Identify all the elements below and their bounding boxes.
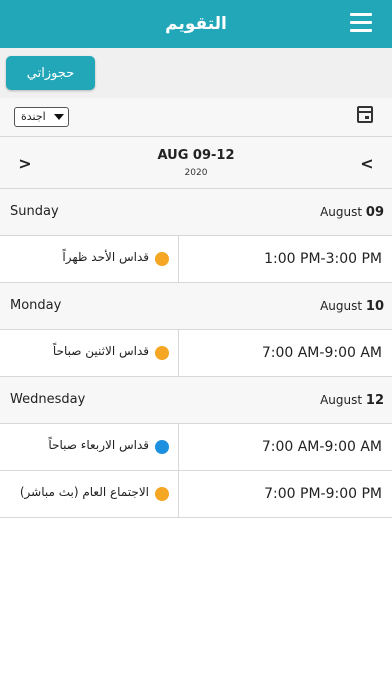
date-range-label: AUG 09-12 [157,148,235,163]
subbar: حجوزاتي [0,48,392,98]
view-toolbar: اجندة [0,98,392,137]
day-header: Wednesday August 12 [0,377,392,424]
divider [178,424,179,470]
calendar-icon[interactable] [357,106,373,123]
event-color-dot [155,440,169,454]
agenda-list: Sunday August 09 قداس الأحد ظهراً 1:00 P… [0,189,392,518]
day-date: August 10 [320,299,384,314]
view-select[interactable]: اجندة [14,107,69,127]
date-range-year: 2020 [184,168,208,178]
date-navigator: > AUG 09-12 2020 < [0,137,392,189]
event-time: 7:00 PM-9:00 PM [264,486,382,502]
divider [178,471,179,517]
event-row[interactable]: قداس الاثنين صباحاً 7:00 AM-9:00 AM [0,330,392,377]
event-time: 7:00 AM-9:00 AM [261,345,382,361]
event-time: 7:00 AM-9:00 AM [261,439,382,455]
event-title: قداس الأحد ظهراً [62,250,149,264]
my-bookings-button[interactable]: حجوزاتي [6,56,95,90]
divider [178,330,179,376]
day-name: Monday [10,298,62,313]
day-header: Sunday August 09 [0,189,392,236]
event-row[interactable]: قداس الاربعاء صباحاً 7:00 AM-9:00 AM [0,424,392,471]
page-title: التقويم [165,14,227,34]
caret-down-icon [54,114,64,120]
event-time: 1:00 PM-3:00 PM [264,251,382,267]
event-title: قداس الاربعاء صباحاً [48,438,149,452]
event-color-dot [155,252,169,266]
day-date: August 09 [320,205,384,220]
divider [178,236,179,282]
day-header: Monday August 10 [0,283,392,330]
event-row[interactable]: الاجتماع العام (بث مباشر) 7:00 PM-9:00 P… [0,471,392,518]
hamburger-menu-icon[interactable] [350,13,372,33]
day-date: August 12 [320,393,384,408]
view-select-value: اجندة [21,110,46,123]
event-color-dot [155,346,169,360]
event-color-dot [155,487,169,501]
chevron-left-icon[interactable]: < [357,154,377,174]
app-header: التقويم [0,0,392,48]
event-title: الاجتماع العام (بث مباشر) [19,485,149,499]
day-name: Wednesday [10,392,86,407]
event-title: قداس الاثنين صباحاً [52,344,149,358]
day-name: Sunday [10,204,59,219]
event-row[interactable]: قداس الأحد ظهراً 1:00 PM-3:00 PM [0,236,392,283]
